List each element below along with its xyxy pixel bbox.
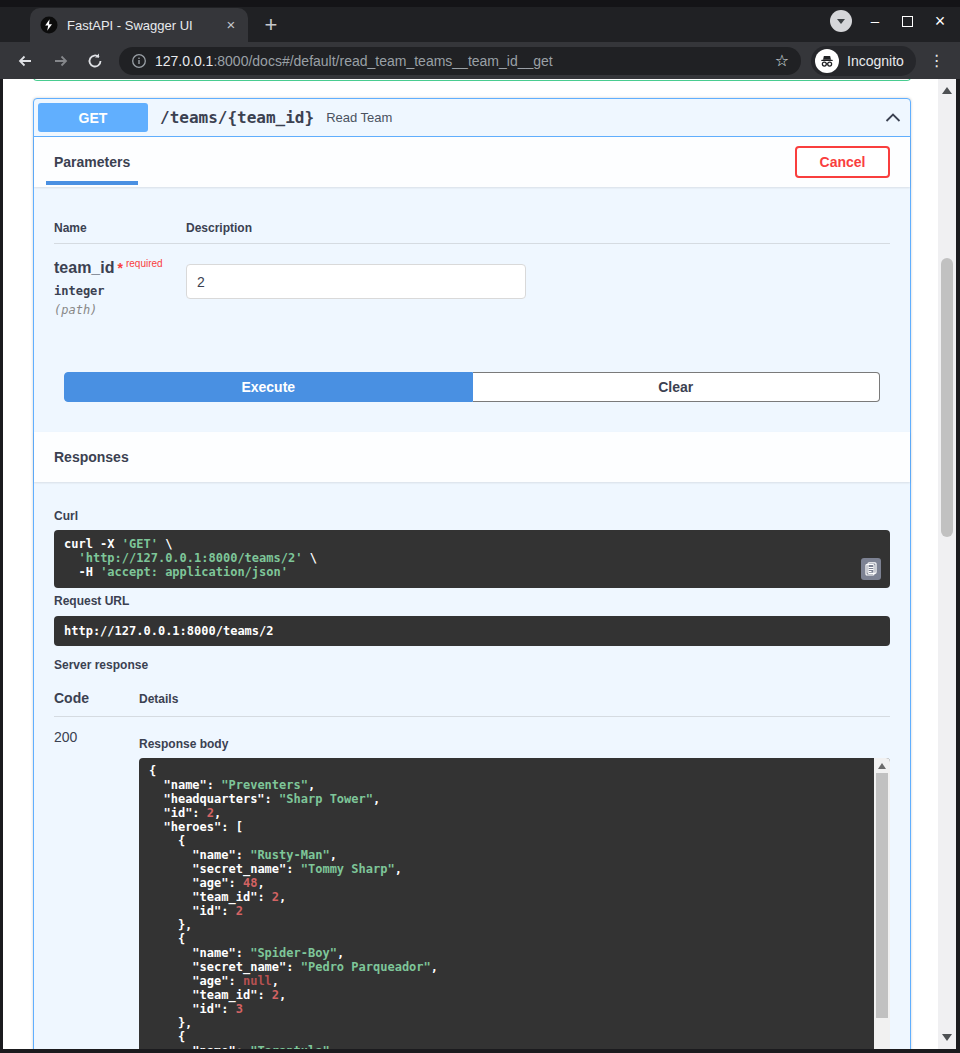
- incognito-icon: [815, 49, 839, 73]
- server-response-label: Server response: [54, 658, 890, 672]
- curl-command-code: curl -X 'GET' \ 'http://127.0.0.1:8000/t…: [64, 537, 850, 579]
- get-operation-block: GET /teams/{team_id} Read Team Parameter…: [33, 98, 911, 1049]
- parameter-type: integer: [54, 284, 186, 298]
- operation-path: /teams/{team_id}: [160, 108, 314, 127]
- response-row: 200 Response body { "name": "Preventers"…: [54, 729, 890, 1049]
- responses-section-header: Responses: [34, 432, 910, 482]
- request-url-value: http://127.0.0.1:8000/teams/2: [64, 624, 880, 638]
- bookmark-star-icon[interactable]: ☆: [775, 51, 789, 70]
- browser-menu-icon[interactable]: ⋮: [926, 51, 948, 70]
- page-scrollbar-thumb[interactable]: [941, 258, 953, 537]
- address-bar[interactable]: 127.0.0.1:8000/docs#/default/read_team_t…: [119, 47, 801, 75]
- curl-label: Curl: [54, 482, 890, 523]
- previous-operation-block-edge: [33, 79, 911, 81]
- execute-button-bar: Execute Clear: [64, 372, 880, 402]
- responses-title: Responses: [54, 449, 129, 465]
- parameter-name: team_id*required: [54, 258, 186, 277]
- response-body-json: { "name": "Preventers", "headquarters": …: [149, 764, 864, 1049]
- fastapi-favicon: [40, 16, 58, 34]
- window-menu-button[interactable]: [830, 10, 852, 32]
- forward-button[interactable]: [52, 52, 70, 70]
- reload-button[interactable]: [86, 52, 104, 70]
- clear-button[interactable]: Clear: [473, 372, 881, 402]
- back-button[interactable]: [16, 52, 34, 70]
- url-text: 127.0.0.1:8000/docs#/default/read_team_t…: [155, 53, 767, 69]
- info-icon[interactable]: [131, 53, 147, 69]
- required-label: required: [126, 258, 163, 269]
- incognito-label: Incognito: [847, 53, 904, 69]
- response-body-block: { "name": "Preventers", "headquarters": …: [139, 758, 890, 1049]
- request-url-block: http://127.0.0.1:8000/teams/2: [54, 616, 890, 646]
- tab-close-icon[interactable]: ×: [222, 16, 240, 34]
- curl-command-block: curl -X 'GET' \ 'http://127.0.0.1:8000/t…: [54, 530, 890, 588]
- response-body-label: Response body: [139, 729, 890, 751]
- browser-toolbar: 127.0.0.1:8000/docs#/default/read_team_t…: [0, 42, 960, 79]
- incognito-badge: Incognito: [811, 46, 916, 76]
- parameter-row: team_id*required integer (path): [54, 244, 890, 317]
- response-status-code: 200: [54, 729, 139, 1049]
- column-header-name: Name: [54, 221, 186, 235]
- team-id-input[interactable]: [186, 264, 526, 299]
- scrollbar-up-arrow[interactable]: [878, 763, 886, 769]
- caret-down-icon: [837, 19, 845, 24]
- operation-summary-header[interactable]: GET /teams/{team_id} Read Team: [34, 99, 910, 137]
- column-header-description: Description: [186, 221, 252, 235]
- parameters-section-header: Parameters Cancel: [34, 137, 910, 187]
- parameters-table: Name Description team_id*required intege…: [34, 187, 910, 432]
- page-scroll-down-arrow[interactable]: [942, 1034, 952, 1041]
- copy-to-clipboard-button[interactable]: [861, 558, 881, 580]
- new-tab-button[interactable]: +: [258, 13, 284, 39]
- tab-title: FastAPI - Swagger UI: [67, 18, 222, 33]
- required-star: *: [117, 260, 122, 276]
- responses-area: Curl curl -X 'GET' \ 'http://127.0.0.1:8…: [34, 482, 910, 1049]
- request-url-label: Request URL: [54, 594, 890, 608]
- column-header-details: Details: [139, 690, 178, 706]
- parameter-location: (path): [54, 303, 186, 317]
- active-tab-underline: [46, 181, 138, 185]
- maximize-icon: [902, 16, 913, 27]
- http-method-badge: GET: [38, 103, 148, 132]
- window-minimize-button[interactable]: –: [865, 11, 885, 31]
- operation-summary: Read Team: [326, 110, 392, 125]
- column-header-code: Code: [54, 690, 139, 706]
- response-body-scrollbar[interactable]: [874, 758, 890, 1049]
- window-maximize-button[interactable]: [898, 16, 917, 27]
- titlebar-top-strip: [0, 0, 960, 7]
- browser-titlebar: FastAPI - Swagger UI × + – ×: [0, 0, 960, 42]
- parameters-title: Parameters: [54, 154, 130, 170]
- collapse-chevron-icon[interactable]: [885, 113, 901, 122]
- window-close-button[interactable]: ×: [930, 11, 950, 31]
- browser-tab[interactable]: FastAPI - Swagger UI ×: [30, 8, 248, 42]
- page-scrollbar[interactable]: [938, 79, 956, 1049]
- cancel-button[interactable]: Cancel: [795, 146, 890, 178]
- url-path: :8000/docs#/default/read_team_teams__tea…: [213, 53, 552, 69]
- page-scroll-up-arrow[interactable]: [942, 87, 952, 94]
- url-host: 127.0.0.1: [155, 53, 213, 69]
- scrollbar-thumb[interactable]: [876, 773, 888, 1018]
- execute-button[interactable]: Execute: [64, 372, 473, 402]
- swagger-page: GET /teams/{team_id} Read Team Parameter…: [3, 79, 938, 1049]
